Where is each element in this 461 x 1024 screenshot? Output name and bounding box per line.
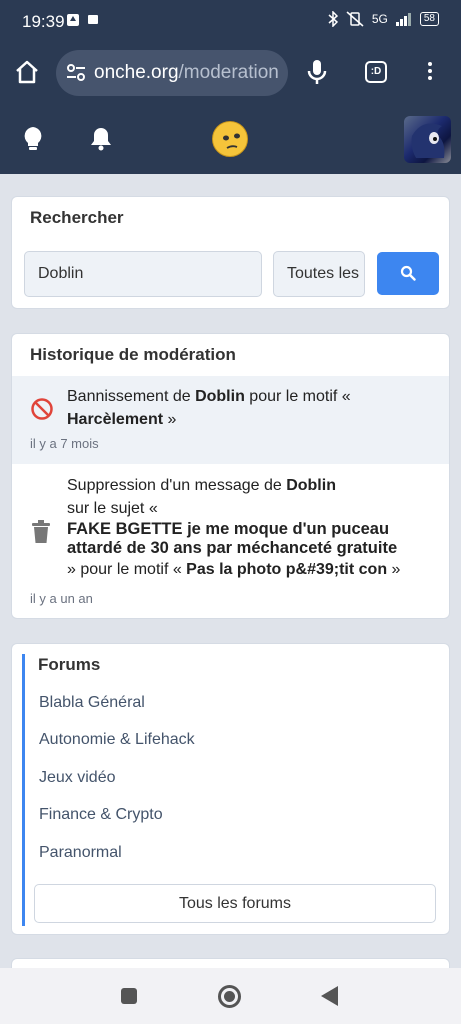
- more-menu-icon[interactable]: [427, 62, 433, 83]
- moderation-history-card: Historique de modération Bannissement de…: [11, 333, 450, 619]
- battery-icon: 58: [419, 12, 439, 26]
- back-icon[interactable]: [321, 986, 338, 1006]
- search-icon: [400, 265, 416, 281]
- upload-icon: [67, 14, 79, 26]
- trash-icon: [32, 520, 50, 543]
- bell-icon[interactable]: [90, 126, 112, 152]
- forum-link[interactable]: Autonomie & Lifehack: [39, 731, 195, 749]
- browser-toolbar: onche.org/moderation :D: [0, 44, 461, 104]
- moderation-title: Historique de modération: [30, 345, 236, 364]
- delete-timestamp: il y a un an: [30, 591, 93, 606]
- forum-link[interactable]: Blabla Général: [39, 694, 145, 712]
- user-avatar[interactable]: [404, 116, 451, 163]
- network-label: 5G: [371, 12, 388, 26]
- url-field[interactable]: onche.org/moderation: [56, 50, 288, 96]
- vibrate-off-icon: [346, 11, 364, 27]
- tab-switcher-button[interactable]: :D: [365, 61, 387, 83]
- microphone-icon[interactable]: [306, 59, 328, 85]
- forums-title: Forums: [38, 655, 101, 674]
- site-logo-icon[interactable]: [212, 121, 248, 157]
- forum-link[interactable]: Paranormal: [39, 844, 122, 862]
- status-bar: 19:39 5G 58: [0, 0, 461, 44]
- bluetooth-icon: [328, 11, 338, 27]
- forum-link[interactable]: Jeux vidéo: [39, 769, 116, 787]
- home-nav-icon[interactable]: [218, 985, 241, 1008]
- recents-icon[interactable]: [121, 988, 137, 1004]
- ban-reason: Harcèlement: [67, 411, 164, 428]
- signal-icon: [395, 13, 411, 26]
- ban-description: Bannissement de Doblin pour le motif « H…: [67, 388, 351, 428]
- forum-link[interactable]: Finance & Crypto: [39, 806, 163, 824]
- all-forums-button[interactable]: Tous les forums: [34, 884, 436, 923]
- forums-accent-bar: [22, 654, 25, 926]
- ban-timestamp: il y a 7 mois: [30, 436, 99, 451]
- delete-reason: Pas la photo p&#39;tit con: [186, 561, 388, 578]
- lightbulb-icon[interactable]: [22, 126, 44, 152]
- notification-icon: [88, 15, 98, 24]
- url-host: onche.org: [94, 62, 179, 83]
- site-header: [0, 104, 461, 174]
- search-input[interactable]: Doblin: [24, 251, 262, 297]
- ban-icon: [31, 398, 53, 420]
- search-scope-select[interactable]: Toutes les: [273, 251, 365, 297]
- search-button[interactable]: [377, 252, 439, 295]
- moderation-entry-ban: Bannissement de Doblin pour le motif « H…: [12, 376, 449, 464]
- status-time: 19:39: [22, 12, 65, 31]
- search-card: Rechercher Doblin Toutes les: [11, 196, 450, 309]
- ban-user-name[interactable]: Doblin: [195, 388, 245, 405]
- search-title: Rechercher: [30, 208, 124, 227]
- moderation-entry-delete: Suppression d'un message de Doblin sur l…: [12, 464, 449, 614]
- forums-card: Forums Blabla Général Autonomie & Lifeha…: [11, 643, 450, 935]
- home-icon[interactable]: [14, 60, 40, 84]
- delete-user-name[interactable]: Doblin: [286, 477, 336, 494]
- delete-subject-link[interactable]: FAKE BGETTE je me moque d'un puceau atta…: [67, 520, 437, 558]
- site-settings-icon[interactable]: [66, 64, 86, 82]
- system-nav-bar: [0, 968, 461, 1024]
- delete-description: Suppression d'un message de Doblin sur l…: [67, 474, 437, 581]
- url-path: /moderation: [178, 62, 279, 83]
